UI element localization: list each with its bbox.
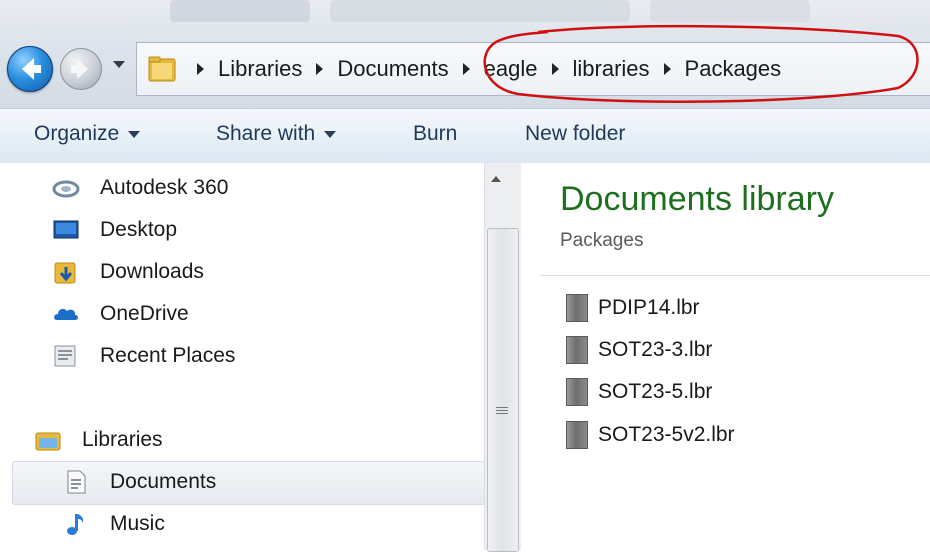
breadcrumb-libraries[interactable]: Libraries bbox=[218, 56, 302, 82]
breadcrumb-separator[interactable] bbox=[551, 63, 559, 75]
burn-button[interactable]: Burn bbox=[413, 122, 457, 146]
blurred-title-fragment bbox=[650, 0, 810, 22]
burn-label: Burn bbox=[413, 122, 458, 145]
chevron-down-icon bbox=[128, 130, 141, 138]
file-item[interactable]: SOT23-3.lbr bbox=[566, 333, 712, 367]
autodesk-360-icon bbox=[52, 180, 80, 198]
libraries-icon bbox=[35, 432, 61, 451]
file-icon bbox=[566, 336, 588, 364]
blurred-title-fragment bbox=[330, 0, 630, 22]
scrollbar-grip-icon bbox=[496, 405, 508, 416]
breadcrumb-separator[interactable] bbox=[197, 63, 204, 75]
forward-button[interactable] bbox=[60, 48, 102, 90]
nav-item-recent-places[interactable]: Recent Places bbox=[52, 338, 235, 374]
file-item[interactable]: SOT23-5.lbr bbox=[566, 375, 712, 409]
breadcrumb-separator[interactable] bbox=[316, 63, 324, 75]
breadcrumb-documents[interactable]: Documents bbox=[337, 56, 448, 82]
documents-icon bbox=[67, 470, 86, 494]
blurred-title-fragment bbox=[170, 0, 310, 22]
recent-places-icon bbox=[54, 345, 76, 367]
breadcrumb-libraries-folder[interactable]: libraries bbox=[573, 56, 650, 82]
music-icon bbox=[67, 514, 84, 535]
file-icon bbox=[566, 294, 588, 322]
scrollbar-thumb[interactable] bbox=[487, 228, 519, 552]
file-item[interactable]: PDIP14.lbr bbox=[566, 291, 700, 325]
new-folder-label: New folder bbox=[525, 122, 626, 145]
nav-item-desktop[interactable]: Desktop bbox=[52, 212, 177, 248]
desktop-icon bbox=[53, 220, 79, 239]
new-folder-button[interactable]: New folder bbox=[525, 122, 625, 146]
recent-pages-dropdown[interactable] bbox=[113, 61, 125, 68]
library-title: Documents library bbox=[560, 180, 834, 218]
nav-item-music[interactable]: Music bbox=[62, 506, 165, 542]
scroll-up-arrow-icon[interactable] bbox=[491, 176, 501, 182]
address-bar-region: Libraries Documents eagle libraries Pack… bbox=[0, 0, 930, 108]
chevron-down-icon bbox=[324, 130, 337, 138]
breadcrumb-packages[interactable]: Packages bbox=[685, 56, 782, 82]
library-subtitle: Packages bbox=[560, 230, 644, 251]
downloads-folder-icon bbox=[54, 262, 76, 284]
nav-item-documents[interactable]: Documents bbox=[62, 464, 216, 500]
arrow-left-icon bbox=[22, 58, 41, 80]
nav-item-onedrive[interactable]: OneDrive bbox=[52, 296, 189, 332]
command-bar: Organize Share with Burn New folder bbox=[0, 108, 930, 164]
file-item[interactable]: SOT23-5v2.lbr bbox=[566, 418, 735, 452]
back-button[interactable] bbox=[7, 46, 53, 92]
file-icon bbox=[566, 378, 588, 406]
folder-icon bbox=[148, 56, 176, 82]
arrow-right-icon bbox=[71, 59, 88, 79]
breadcrumb-separator[interactable] bbox=[663, 63, 671, 75]
nav-item-libraries[interactable]: Libraries bbox=[34, 422, 163, 458]
breadcrumb[interactable]: Libraries Documents eagle libraries Pack… bbox=[136, 42, 930, 96]
organize-button[interactable]: Organize bbox=[34, 122, 141, 146]
nav-item-autodesk-360[interactable]: Autodesk 360 bbox=[52, 170, 228, 206]
share-with-button[interactable]: Share with bbox=[216, 122, 337, 146]
content-divider bbox=[540, 275, 930, 276]
share-with-label: Share with bbox=[216, 122, 316, 145]
organize-label: Organize bbox=[34, 122, 120, 145]
file-icon bbox=[566, 421, 588, 449]
breadcrumb-separator[interactable] bbox=[462, 63, 470, 75]
nav-item-downloads[interactable]: Downloads bbox=[52, 254, 204, 290]
onedrive-icon bbox=[54, 308, 78, 320]
breadcrumb-eagle[interactable]: eagle bbox=[484, 56, 538, 82]
